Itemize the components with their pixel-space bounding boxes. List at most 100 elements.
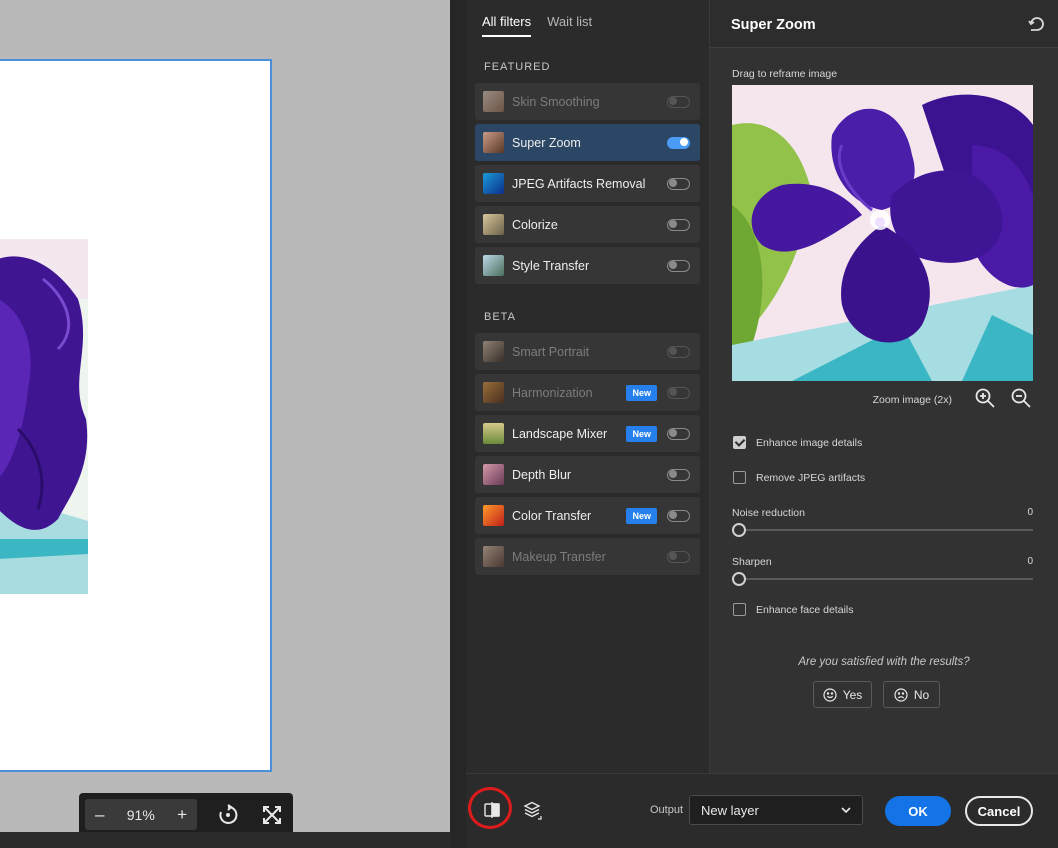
cancel-button[interactable]: Cancel	[965, 796, 1033, 826]
noise-reduction-value: 0	[1027, 507, 1033, 518]
filter-toggle[interactable]	[667, 177, 690, 190]
feedback-no-label: No	[913, 687, 930, 702]
remove-jpeg-artifacts-option[interactable]: Remove JPEG artifacts	[733, 471, 865, 484]
reset-icon[interactable]	[1028, 15, 1046, 33]
ok-button[interactable]: OK	[885, 796, 951, 826]
enhance-image-details-option[interactable]: Enhance image details	[733, 436, 862, 449]
before-after-compare-icon[interactable]	[483, 801, 501, 819]
filter-name: JPEG Artifacts Removal	[512, 176, 646, 191]
filter-toggle[interactable]	[667, 136, 690, 149]
rotate-view-icon[interactable]	[215, 802, 241, 828]
filter-style-transfer[interactable]: Style Transfer	[475, 247, 700, 284]
beta-section-heading: BETA	[484, 311, 516, 323]
makeup-transfer-thumbnail-icon	[483, 546, 504, 567]
smart-portrait-thumbnail-icon	[483, 341, 504, 362]
zoom-out-icon[interactable]	[1010, 387, 1032, 409]
landscape-mixer-thumbnail-icon	[483, 423, 504, 444]
featured-section-heading: FEATURED	[484, 61, 551, 73]
filter-name: Style Transfer	[512, 258, 590, 273]
document-canvas[interactable]: – 91% +	[0, 0, 450, 832]
noise-reduction-slider[interactable]	[732, 523, 1033, 537]
canvas-status-strip	[0, 832, 466, 848]
filter-name: Landscape Mixer	[512, 426, 608, 441]
dialog-footer: Output New layer OK Cancel	[466, 773, 1058, 848]
filter-name: Makeup Transfer	[512, 549, 606, 564]
super-zoom-thumbnail-icon	[483, 132, 504, 153]
zoom-in-button[interactable]: +	[177, 806, 187, 823]
noise-reduction-label: Noise reduction	[732, 507, 805, 519]
filter-smart-portrait[interactable]: Smart Portrait	[475, 333, 700, 370]
filter-skin-smoothing[interactable]: Skin Smoothing	[475, 83, 700, 120]
filter-toggle[interactable]	[667, 550, 690, 563]
layers-icon[interactable]	[523, 800, 543, 822]
checkbox-label: Remove JPEG artifacts	[756, 471, 866, 484]
filter-colorize[interactable]: Colorize	[475, 206, 700, 243]
filter-toggle[interactable]	[667, 218, 690, 231]
sharpen-label: Sharpen	[732, 556, 772, 568]
filter-name: Colorize	[512, 217, 558, 232]
canvas-zoom-toolbar: – 91% +	[79, 793, 293, 832]
drag-hint: Drag to reframe image	[732, 68, 838, 80]
fit-screen-icon[interactable]	[259, 802, 285, 828]
filters-list-panel: All filters Wait list FEATURED Skin Smoo…	[466, 0, 710, 773]
panel-divider	[450, 0, 466, 848]
feedback-no-button[interactable]: No	[883, 681, 940, 708]
skin-smoothing-thumbnail-icon	[483, 91, 504, 112]
zoom-level: 91%	[126, 806, 155, 823]
filter-toggle[interactable]	[667, 386, 690, 399]
filter-landscape-mixer[interactable]: Landscape Mixer New	[475, 415, 700, 452]
filter-name: Harmonization	[512, 385, 593, 400]
zoom-image-label: Zoom image (2x)	[872, 394, 952, 406]
panel-title: Super Zoom	[731, 17, 816, 33]
zoom-out-button[interactable]: –	[95, 806, 104, 823]
slider-handle[interactable]	[732, 572, 746, 586]
zoom-control: – 91% +	[85, 799, 197, 830]
feedback-question: Are you satisfied with the results?	[798, 656, 970, 668]
filter-depth-blur[interactable]: Depth Blur	[475, 456, 700, 493]
sharpen-value: 0	[1027, 556, 1033, 567]
enhance-face-details-checkbox[interactable]	[733, 603, 746, 616]
zoom-in-icon[interactable]	[974, 387, 996, 409]
sharpen-slider[interactable]	[732, 572, 1033, 586]
filter-name: Depth Blur	[512, 467, 572, 482]
slider-handle[interactable]	[732, 523, 746, 537]
tab-wait-list[interactable]: Wait list	[547, 14, 592, 37]
filter-makeup-transfer[interactable]: Makeup Transfer	[475, 538, 700, 575]
style-transfer-thumbnail-icon	[483, 255, 504, 276]
new-badge: New	[626, 384, 657, 401]
filter-jpeg-artifacts-removal[interactable]: JPEG Artifacts Removal	[475, 165, 700, 202]
feedback-yes-label: Yes	[842, 687, 863, 702]
zoom-preview-image[interactable]	[732, 85, 1033, 381]
filter-toggle[interactable]	[667, 468, 690, 481]
panel-header: Super Zoom	[710, 0, 1058, 48]
harmonization-thumbnail-icon	[483, 382, 504, 403]
document-image	[0, 239, 88, 594]
colorize-thumbnail-icon	[483, 214, 504, 235]
remove-jpeg-artifacts-checkbox[interactable]	[733, 471, 746, 484]
filter-toggle[interactable]	[667, 345, 690, 358]
filter-toggle[interactable]	[667, 95, 690, 108]
filter-toggle[interactable]	[667, 259, 690, 272]
filter-harmonization[interactable]: Harmonization New	[475, 374, 700, 411]
new-badge: New	[626, 507, 657, 524]
checkbox-label: Enhance image details	[756, 436, 863, 449]
output-selected-value: New layer	[701, 802, 759, 818]
checkbox-label: Enhance face details	[756, 603, 854, 616]
output-dropdown[interactable]: New layer	[689, 795, 863, 825]
tab-all-filters[interactable]: All filters	[482, 14, 532, 37]
new-badge: New	[626, 425, 657, 442]
color-transfer-thumbnail-icon	[483, 505, 504, 526]
frown-icon	[894, 687, 908, 702]
filter-color-transfer[interactable]: Color Transfer New	[475, 497, 700, 534]
filter-super-zoom[interactable]: Super Zoom	[475, 124, 700, 161]
feedback-yes-button[interactable]: Yes	[813, 681, 872, 708]
filter-toggle[interactable]	[667, 509, 690, 522]
document-page	[0, 59, 272, 772]
filter-name: Smart Portrait	[512, 344, 590, 359]
filters-tabs: All filters Wait list	[482, 14, 592, 37]
enhance-face-details-option[interactable]: Enhance face details	[733, 603, 853, 616]
enhance-image-details-checkbox[interactable]	[733, 436, 746, 449]
filter-name: Super Zoom	[512, 135, 581, 150]
filter-toggle[interactable]	[667, 427, 690, 440]
chevron-down-icon	[841, 807, 851, 814]
